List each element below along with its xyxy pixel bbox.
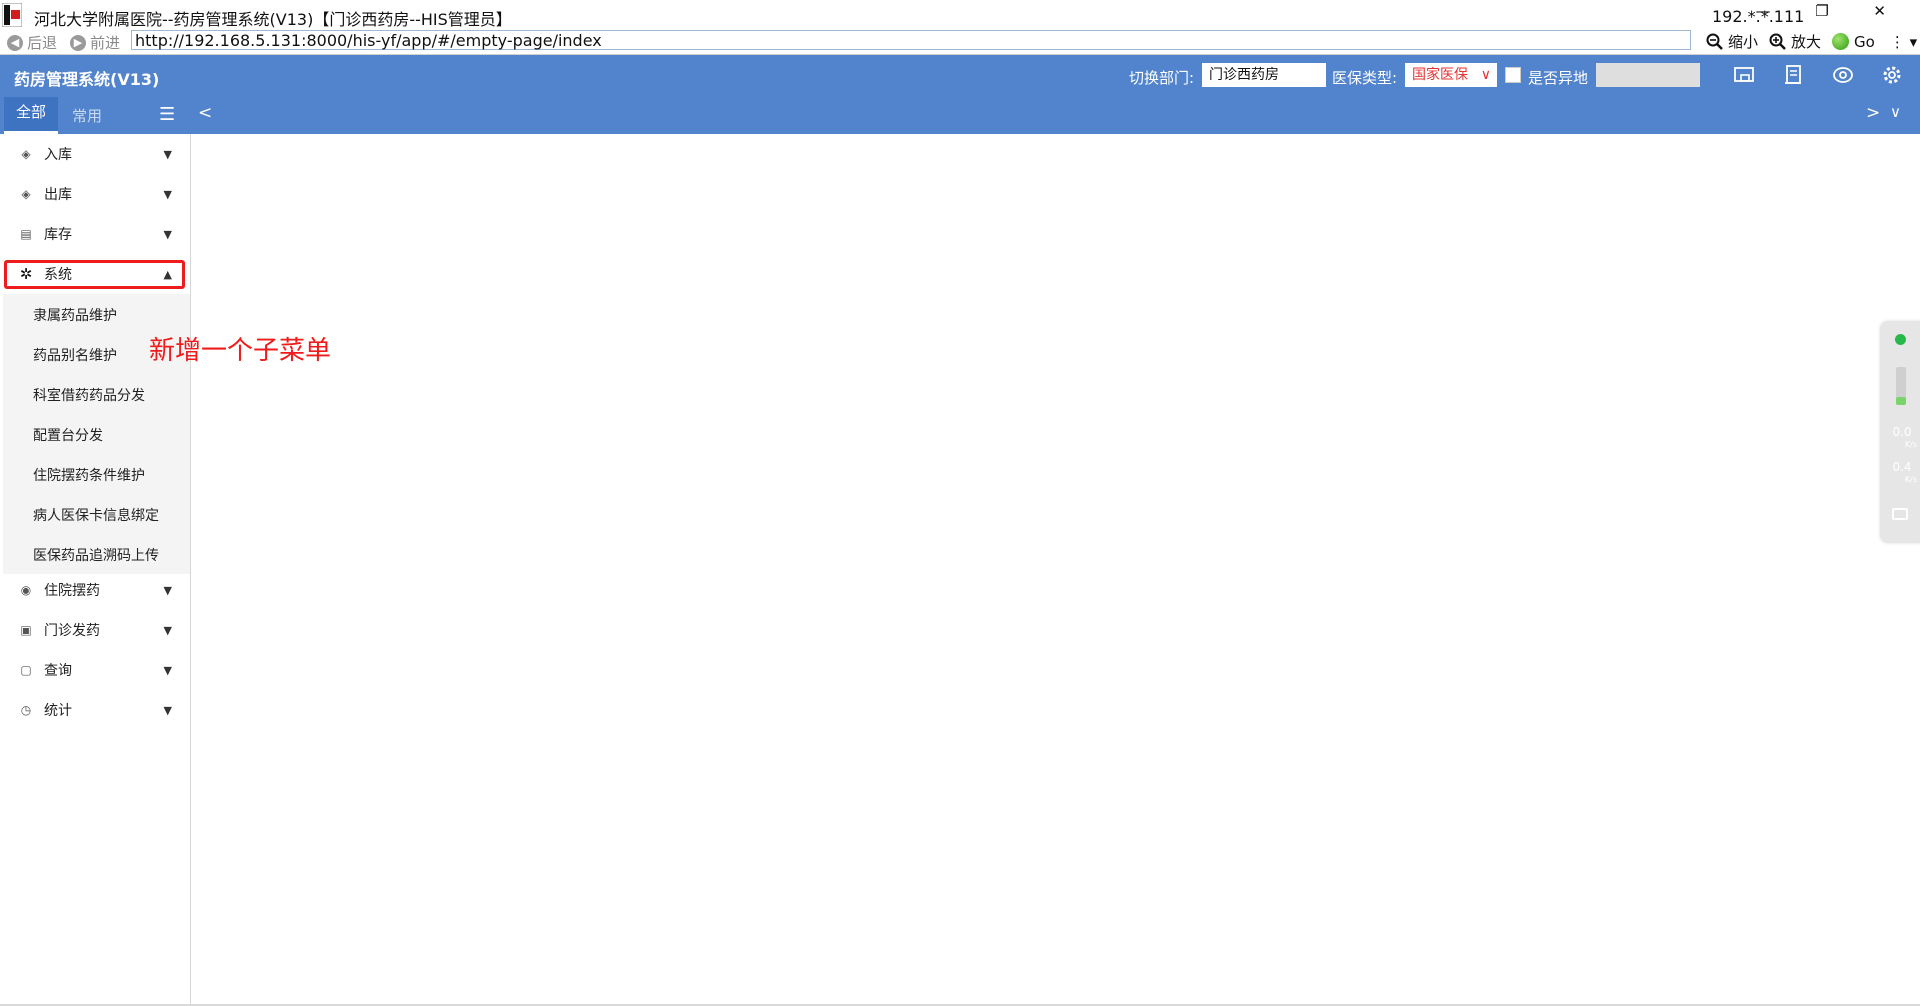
submenu-item[interactable]: 药品别名维护	[33, 345, 117, 365]
submenu-item[interactable]: 住院摆药条件维护	[33, 465, 145, 485]
main-content	[192, 134, 1920, 1006]
chevron-right-icon[interactable]: >	[1866, 103, 1880, 123]
remote-checkbox[interactable]	[1505, 67, 1521, 83]
zoom-out-icon[interactable]	[1706, 33, 1723, 50]
chevron-down-icon: ▼	[163, 663, 172, 677]
box-icon: ◈	[21, 147, 31, 161]
chevron-down-icon[interactable]: ∨	[1890, 103, 1901, 121]
back-label: 后退	[27, 34, 58, 52]
window-title: 河北大学附属医院--药房管理系统(V13)【门诊西药房--HIS管理员】	[34, 10, 512, 29]
download-speed: 0.4	[1892, 460, 1912, 474]
zoom-out-button[interactable]: 缩小	[1728, 31, 1758, 52]
memory-bar	[1896, 367, 1906, 405]
sidebar-item-label: 统计	[44, 703, 72, 719]
window-titlebar: 河北大学附属医院--药房管理系统(V13)【门诊西药房--HIS管理员】 192…	[0, 0, 1920, 30]
window-controls[interactable]: — ❐ ✕	[1755, 2, 1906, 20]
submenu-item[interactable]: 病人医保卡信息绑定	[33, 505, 159, 525]
sidebar-item-label: 库存	[44, 227, 72, 243]
bottle-icon: ▣	[20, 623, 32, 637]
status-dot-icon	[1895, 334, 1906, 345]
sidebar-item-label: 出库	[44, 187, 72, 203]
submenu-item[interactable]: 隶属药品维护	[33, 305, 117, 325]
memory-bar-fill	[1896, 397, 1906, 405]
zoom-in-icon[interactable]	[1769, 33, 1786, 50]
annotation-text: 新增一个子菜单	[149, 336, 332, 366]
insurance-type-select[interactable]: 国家医保 ∨	[1405, 63, 1497, 87]
camera-icon[interactable]	[1892, 508, 1908, 520]
dept-input[interactable]: 门诊西药房	[1202, 63, 1326, 87]
chevron-left-icon[interactable]: <	[198, 103, 212, 123]
chart-icon: ◷	[20, 703, 32, 717]
download-unit: K/s	[1904, 475, 1917, 484]
header-blank-field[interactable]	[1596, 63, 1700, 87]
menu-toggle-icon[interactable]: ☰	[159, 104, 175, 125]
zoom-controls: 缩小 放大 Go ⋮ ▾	[1706, 31, 1917, 52]
chevron-down-icon: ▼	[163, 583, 172, 597]
forward-button[interactable]: ▶ 前进	[70, 32, 120, 53]
back-arrow-icon: ◀	[7, 34, 23, 51]
sidebar-item-statistics[interactable]: ◷ 统计 ▼	[3, 690, 190, 730]
insurance-type-value: 国家医保	[1412, 67, 1468, 83]
chevron-down-icon: ∨	[1480, 67, 1491, 83]
upload-speed: 0.0	[1892, 425, 1912, 439]
upload-unit: K/s	[1904, 440, 1917, 449]
sidebar-item-label: 查询	[44, 663, 72, 679]
address-bar: ◀ 后退 ▶ 前进 http://192.168.5.131:8000/his-…	[0, 28, 1920, 55]
insurance-type-label: 医保类型:	[1332, 69, 1398, 87]
app-header: 药房管理系统(V13) 切换部门: 门诊西药房 医保类型: 国家医保 ∨ 是否异…	[0, 55, 1920, 97]
gear-icon[interactable]	[1880, 63, 1904, 87]
sidebar-item-outpatient-dispensing[interactable]: ▣ 门诊发药 ▼	[3, 610, 190, 650]
chevron-down-icon: ▼	[163, 703, 172, 717]
pill-icon: ◉	[20, 583, 32, 597]
search-doc-icon: ▢	[20, 663, 32, 677]
submenu-item[interactable]: 科室借药药品分发	[33, 385, 145, 405]
sidebar-item-query[interactable]: ▢ 查询 ▼	[3, 650, 190, 690]
sidebar-item-inbound[interactable]: ◈ 入库 ▼	[3, 134, 190, 174]
sidebar-item-label: 门诊发药	[44, 623, 100, 639]
system-title: 药房管理系统(V13)	[14, 70, 160, 89]
chevron-down-icon: ▼	[163, 187, 172, 201]
network-monitor-widget[interactable]: 0.0 K/s 0.4 K/s	[1880, 321, 1920, 543]
calendar-icon: ▤	[20, 227, 32, 241]
chevron-down-icon: ▼	[163, 227, 172, 241]
sidebar-item-label: 入库	[44, 147, 72, 163]
go-icon[interactable]	[1832, 33, 1850, 50]
box-icon: ◈	[21, 187, 31, 201]
sidebar-tabs: 全部 常用 ☰	[0, 97, 190, 134]
document-icon[interactable]	[1781, 63, 1805, 87]
screen-icon[interactable]	[1732, 63, 1756, 87]
tab-all[interactable]: 全部	[4, 97, 58, 134]
chevron-down-icon: ▼	[163, 623, 172, 637]
forward-arrow-icon: ▶	[70, 34, 86, 51]
tab-bar: 全部 常用 ☰ < > ∨	[0, 97, 1920, 134]
switch-dept-label: 切换部门:	[1129, 69, 1195, 87]
submenu-item[interactable]: 配置台分发	[33, 425, 103, 445]
remote-label: 是否异地	[1528, 69, 1589, 87]
chevron-down-icon: ▼	[163, 147, 172, 161]
sidebar-item-inpatient-dispensing[interactable]: ◉ 住院摆药 ▼	[3, 570, 190, 610]
submenu-item[interactable]: 医保药品追溯码上传	[33, 545, 159, 565]
url-input[interactable]: http://192.168.5.131:8000/his-yf/app/#/e…	[131, 30, 1691, 50]
tab-favorites[interactable]: 常用	[72, 105, 102, 126]
forward-label: 前进	[90, 34, 121, 52]
eye-swap-icon[interactable]	[1831, 63, 1855, 87]
zoom-in-button[interactable]: 放大	[1791, 31, 1821, 52]
go-button[interactable]: Go	[1854, 33, 1875, 51]
back-button[interactable]: ◀ 后退	[7, 32, 57, 53]
app-logo	[2, 3, 22, 27]
sidebar-item-label: 住院摆药	[44, 583, 100, 599]
annotation-highlight-box	[4, 260, 185, 289]
sidebar-item-inventory[interactable]: ▤ 库存 ▼	[3, 214, 190, 254]
sidebar-item-outbound[interactable]: ◈ 出库 ▼	[3, 174, 190, 214]
browser-menu-button[interactable]: ⋮ ▾	[1890, 33, 1917, 51]
